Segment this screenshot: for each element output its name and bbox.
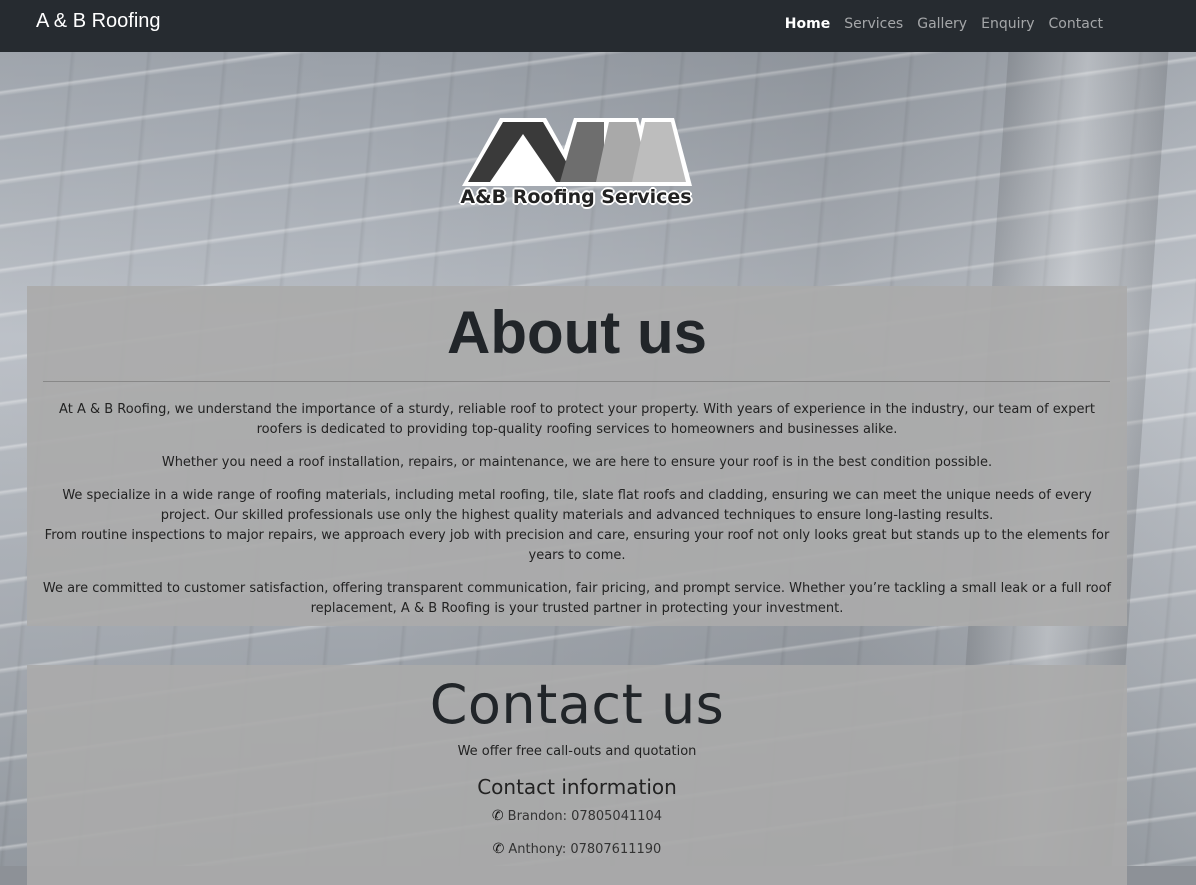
contact-title: Contact us xyxy=(429,673,725,736)
nav-gallery[interactable]: Gallery xyxy=(910,16,974,32)
contact-subtitle: We offer free call-outs and quotation xyxy=(457,744,697,759)
navbar: A & B Roofing Home Services Gallery Enqu… xyxy=(0,0,1196,52)
logo-roof-icon xyxy=(462,118,692,186)
nav-enquiry[interactable]: Enquiry xyxy=(974,16,1041,32)
company-logo: A&B Roofing Services xyxy=(456,112,696,220)
about-divider xyxy=(43,381,1110,382)
about-paragraph-2: Whether you need a roof installation, re… xyxy=(161,455,993,470)
about-title: About us xyxy=(447,299,707,366)
phone-brandon-label: Brandon: 07805041104 xyxy=(507,809,663,824)
about-paragraph-1: At A & B Roofing, we understand the impo… xyxy=(59,402,1095,437)
about-body: At A & B Roofing, we understand the impo… xyxy=(39,400,1115,632)
about-section: About us At A & B Roofing, we understand… xyxy=(27,286,1127,626)
nav-contact[interactable]: Contact xyxy=(1042,16,1110,32)
phone-icon: ✆ xyxy=(491,808,504,824)
contact-info-heading: Contact information xyxy=(477,775,677,799)
contact-section: Contact us We offer free call-outs and q… xyxy=(27,665,1127,885)
about-paragraph-5: We are committed to customer satisfactio… xyxy=(42,581,1112,616)
phone-anthony[interactable]: ✆ Anthony: 07807611190 xyxy=(27,841,1127,857)
nav-home[interactable]: Home xyxy=(778,16,837,32)
phone-icon: ✆ xyxy=(492,841,505,857)
about-paragraph-4: From routine inspections to major repair… xyxy=(44,528,1110,563)
phone-brandon[interactable]: ✆ Brandon: 07805041104 xyxy=(27,808,1127,824)
nav-services[interactable]: Services xyxy=(837,16,910,32)
about-paragraph-3: We specialize in a wide range of roofing… xyxy=(62,488,1092,523)
brand-link[interactable]: A & B Roofing xyxy=(36,10,161,33)
logo-text: A&B Roofing Services xyxy=(460,186,692,208)
phone-anthony-label: Anthony: 07807611190 xyxy=(508,842,662,857)
nav-links: Home Services Gallery Enquiry Contact xyxy=(778,16,1110,32)
